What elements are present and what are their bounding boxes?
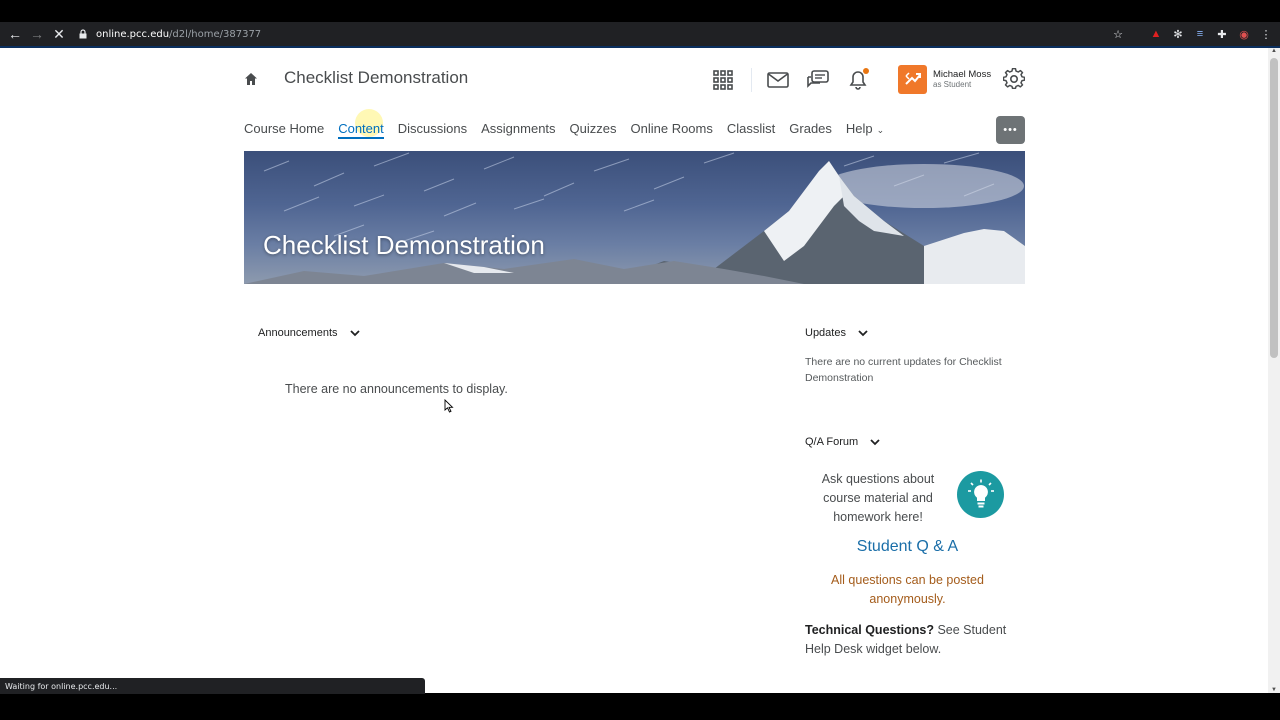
user-menu[interactable]: Michael Moss as Student [898,65,991,94]
qa-prompt-text: Ask questions about course material and … [821,472,935,524]
profile-icon[interactable]: ◉ [1236,26,1252,42]
updates-header[interactable]: Updates [805,327,868,339]
gear-icon[interactable] [1003,68,1025,90]
course-banner: Checklist Demonstration [244,151,1025,284]
forward-arrow-icon[interactable]: → [26,23,48,45]
top-black-strip [0,0,1280,22]
banner-title: Checklist Demonstration [263,230,545,260]
bottom-black-strip [0,693,1280,720]
technical-questions-bold: Technical Questions? [805,623,934,637]
header-divider [751,68,752,92]
chevron-down-icon[interactable] [870,437,880,447]
technical-questions-text: Technical Questions? See Student Help De… [805,621,1020,659]
nav-discussions[interactable]: Discussions [398,121,467,136]
mail-icon[interactable] [766,68,790,92]
anonymous-note: All questions can be posted anonymously. [831,573,984,606]
nav-quizzes[interactable]: Quizzes [570,121,617,136]
pdf-extension-icon[interactable]: ▲ [1148,26,1164,42]
qa-forum-title: Q/A Forum [805,436,859,448]
puzzle-extension-icon[interactable]: ✚ [1214,26,1230,42]
stop-loading-icon[interactable]: ✕ [48,23,70,45]
impersonation-icon [904,71,921,85]
chevron-down-icon[interactable] [349,328,360,338]
url-host: online.pcc.edu [96,28,170,40]
announcements-empty-text: There are no announcements to display. [285,382,508,396]
nav-online-rooms[interactable]: Online Rooms [631,121,713,136]
browser-menu-icon[interactable]: ⋮ [1258,26,1274,42]
updates-title: Updates [805,327,846,339]
nav-help-label: Help [845,121,873,136]
more-options-button[interactable]: ••• [996,116,1025,144]
student-qa-link[interactable]: Student Q & A [805,538,1010,556]
lightbulb-icon [957,471,1004,518]
url-path: /d2l/home/387377 [169,28,262,40]
page-scrollbar[interactable]: ▲ ▼ [1268,48,1280,693]
chevron-down-icon[interactable] [858,328,868,338]
browser-toolbar: ← → ✕ online.pcc.edu/d2l/home/387377 ☆ ▲… [0,22,1280,46]
user-name: Michael Moss [933,69,992,80]
announcements-title: Announcements [258,327,338,339]
user-role: as Student [933,80,972,90]
notifications-bell-icon[interactable] [846,68,870,92]
page-content: Checklist Demonstration Michael Moss as … [0,48,1268,693]
scrollbar-thumb[interactable] [1270,58,1278,358]
lock-icon [79,29,87,39]
nav-course-home[interactable]: Course Home [244,121,324,136]
status-bubble: Waiting for online.pcc.edu... [0,678,425,694]
settings-extension-icon[interactable]: ✻ [1170,26,1186,42]
nav-help[interactable]: Help ⌄ [846,121,884,136]
nav-content[interactable]: Content [338,121,384,139]
qa-forum-header[interactable]: Q/A Forum [805,436,880,448]
home-icon[interactable] [244,72,258,86]
discussion-bubbles-icon[interactable] [806,68,830,92]
course-navbar: Course Home Content Discussions Assignme… [244,121,898,139]
announcements-header[interactable]: Announcements [258,327,360,339]
nav-grades[interactable]: Grades [789,121,832,136]
avatar [898,65,927,94]
back-arrow-icon[interactable]: ← [4,23,26,45]
nav-assignments[interactable]: Assignments [481,121,555,136]
bookmark-star-icon[interactable]: ☆ [1110,26,1126,42]
scroll-up-arrow-icon[interactable]: ▲ [1271,48,1277,54]
nav-classlist[interactable]: Classlist [727,121,775,136]
address-bar[interactable]: online.pcc.edu/d2l/home/387377 [78,22,261,46]
course-selector-grid-icon[interactable] [711,68,735,92]
course-title[interactable]: Checklist Demonstration [284,68,468,88]
list-extension-icon[interactable]: ≡ [1192,26,1208,42]
mouse-cursor-icon [444,399,454,413]
chevron-down-icon: ⌄ [876,125,885,135]
mountain-image [244,152,1025,284]
notification-dot [863,68,869,74]
updates-text: There are no current updates for Checkli… [805,356,1002,384]
header-toolbar [711,68,886,92]
